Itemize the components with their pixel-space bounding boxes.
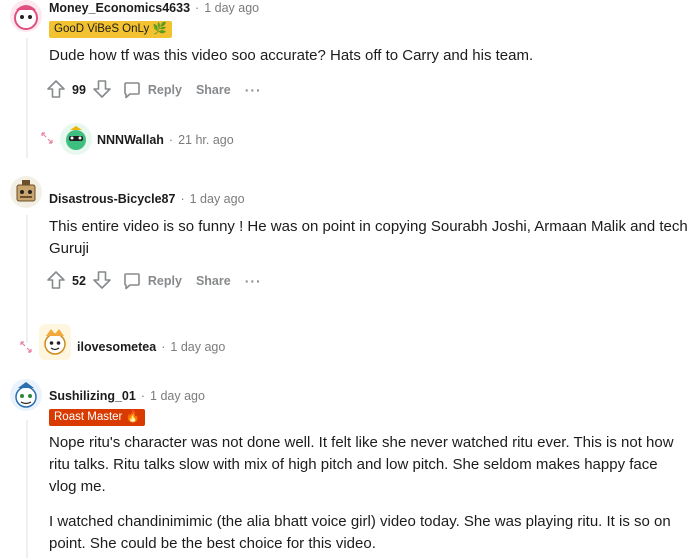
avatar-image [66, 126, 86, 150]
separator-dot: · [140, 389, 146, 403]
timestamp[interactable]: 1 day ago [150, 389, 205, 403]
thread-line[interactable] [26, 38, 28, 158]
comment-body: I watched chandinimimic (the alia bhatt … [49, 513, 671, 552]
thread-line[interactable] [26, 215, 28, 343]
upvote-icon[interactable] [46, 79, 66, 102]
reply-button[interactable]: Reply [122, 271, 182, 291]
vote-count: 99 [72, 83, 86, 97]
thread-line[interactable] [26, 420, 28, 558]
username[interactable]: Sushilizing_01 [49, 389, 136, 403]
comment-body: This entire video is so funny ! He was o… [49, 218, 688, 257]
username[interactable]: NNNWallah [97, 133, 164, 147]
avatar[interactable] [10, 0, 42, 32]
comment-icon [124, 82, 140, 99]
avatar-image [16, 180, 36, 202]
comment-body: Dude how tf was this video soo accurate?… [49, 47, 534, 64]
downvote-icon[interactable] [92, 79, 112, 102]
comment-icon [124, 273, 140, 290]
more-options-button[interactable]: ··· [245, 82, 262, 98]
vote-count: 52 [72, 274, 86, 288]
avatar-image [15, 382, 37, 408]
avatar[interactable] [10, 379, 42, 411]
user-flair: Roast Master 🔥 [49, 409, 145, 426]
comment-actions: 99 Reply Share ··· [46, 78, 262, 102]
share-button[interactable]: Share [196, 274, 231, 288]
reply-label: Reply [147, 274, 182, 288]
expand-icon[interactable] [19, 340, 33, 359]
username[interactable]: Disastrous-Bicycle87 [49, 192, 175, 206]
avatar-image [14, 5, 38, 30]
share-button[interactable]: Share [196, 83, 231, 97]
share-label: Share [195, 274, 231, 288]
separator-dot: · [195, 1, 200, 15]
downvote-icon[interactable] [92, 270, 112, 293]
comment-body: Nope ritu's character was not done well.… [49, 434, 674, 495]
separator-dot: · [168, 133, 174, 147]
username[interactable]: ilovesometea [77, 340, 156, 354]
timestamp[interactable]: 1 day ago [170, 340, 225, 354]
username[interactable]: Money_Economics4633 [49, 1, 190, 15]
separator-dot: · [180, 192, 185, 206]
avatar[interactable] [39, 324, 71, 360]
comment-meta: ilovesometea · 1 day ago [77, 340, 225, 354]
share-label: Share [195, 83, 231, 97]
user-flair: GooD ViBeS OnLy 🌿 [49, 21, 172, 38]
separator-dot: · [161, 340, 166, 354]
comment-meta: Disastrous-Bicycle87 · 1 day ago [49, 192, 245, 206]
avatar-image [44, 329, 66, 355]
comment-meta: Sushilizing_01 · 1 day ago [49, 389, 205, 403]
expand-icon[interactable] [40, 131, 54, 150]
timestamp[interactable]: 1 day ago [204, 1, 259, 15]
comment-meta: NNNWallah · 21 hr. ago [97, 133, 234, 147]
avatar[interactable] [60, 123, 92, 155]
timestamp[interactable]: 21 hr. ago [178, 133, 234, 147]
timestamp[interactable]: 1 day ago [190, 192, 245, 206]
avatar[interactable] [10, 176, 42, 208]
reply-label: Reply [147, 83, 182, 97]
more-options-button[interactable]: ··· [245, 273, 262, 289]
upvote-icon[interactable] [46, 270, 66, 293]
comment-actions: 52 Reply Share ··· [46, 269, 262, 293]
reply-button[interactable]: Reply [122, 80, 182, 100]
comment-meta: Money_Economics4633 · 1 day ago [49, 1, 259, 15]
